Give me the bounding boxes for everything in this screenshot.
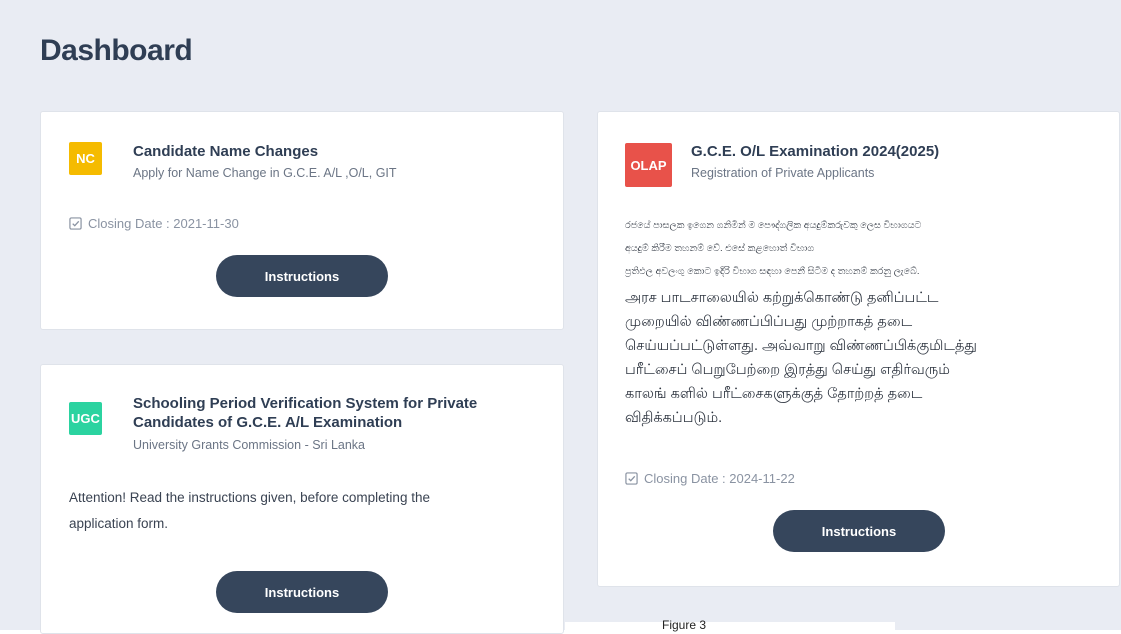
tamil-line-1: அரச பாடசாலையில் கற்றுக்கொண்டு தனிப்பட்ட [625, 290, 939, 306]
notice-line-2: application form. [69, 516, 169, 531]
calendar-check-icon [69, 217, 82, 230]
nc-badge-icon: NC [69, 142, 102, 175]
page-title: Dashboard [40, 34, 193, 67]
sinhala-line-2: අයදුම් කිරීම තහනම් වේ. එසේ කළහොත් විභාග [625, 243, 815, 254]
card-notice: Attention! Read the instructions given, … [69, 485, 430, 537]
closing-date: Closing Date : 2021-11-30 [69, 216, 239, 231]
card-subtitle: Apply for Name Change in G.C.E. A/L ,O/L… [133, 166, 397, 180]
calendar-check-icon [625, 472, 638, 485]
card-title[interactable]: Schooling Period Verification System for… [133, 394, 477, 432]
sinhala-line-1: රජයේ පාසලක ඉගෙන ගනිමින් ම පෞද්ගලික අයදුම… [625, 220, 922, 231]
card-title[interactable]: G.C.E. O/L Examination 2024(2025) [691, 142, 939, 161]
card-title-line-1: Schooling Period Verification System for… [133, 395, 478, 412]
notice-line-1: Attention! Read the instructions given, … [69, 490, 430, 505]
tamil-line-3: செய்யப்பட்டுள்ளது. அவ்வாறு விண்ணப்பிக்கு… [625, 338, 977, 354]
card-subtitle: Registration of Private Applicants [691, 166, 875, 180]
tamil-line-4: பரீட்சைப் பெறுபேற்றை இரத்து செய்து எதிர்… [625, 362, 950, 378]
closing-date-text: Closing Date : 2021-11-30 [88, 216, 239, 231]
card-ol-examination: OLAP G.C.E. O/L Examination 2024(2025) R… [597, 111, 1120, 587]
ugc-badge-icon: UGC [69, 402, 102, 435]
olap-badge-icon: OLAP [625, 143, 672, 187]
tamil-line-5: காலங் களில் பரீட்சைகளுக்குத் தோற்றத் தடை [625, 386, 923, 402]
tamil-notice: அரச பாடசாலையில் கற்றுக்கொண்டு தனிப்பட்ட … [625, 286, 977, 430]
closing-date: Closing Date : 2024-11-22 [625, 471, 795, 486]
card-subtitle: University Grants Commission - Sri Lanka [133, 438, 366, 452]
card-schooling-verification: UGC Schooling Period Verification System… [40, 364, 564, 634]
card-title[interactable]: Candidate Name Changes [133, 142, 318, 161]
card-name-change: NC Candidate Name Changes Apply for Name… [40, 111, 564, 330]
tamil-line-6: விதிக்கப்படும். [625, 410, 723, 426]
sinhala-line-3: ප්‍රතිඵල අවලංගු කොට ඉදිරි විභාග සඳහා පෙන… [625, 266, 920, 277]
tamil-line-2: முறையில் விண்ணப்பிப்பது முற்றாகத் தடை [625, 314, 913, 330]
instructions-button[interactable]: Instructions [216, 255, 388, 297]
card-title-line-2: Candidates of G.C.E. A/L Examination [133, 414, 403, 431]
closing-date-text: Closing Date : 2024-11-22 [644, 471, 795, 486]
instructions-button[interactable]: Instructions [773, 510, 945, 552]
instructions-button[interactable]: Instructions [216, 571, 388, 613]
sinhala-notice: රජයේ පාසලක ඉගෙන ගනිමින් ම පෞද්ගලික අයදුම… [625, 214, 921, 283]
